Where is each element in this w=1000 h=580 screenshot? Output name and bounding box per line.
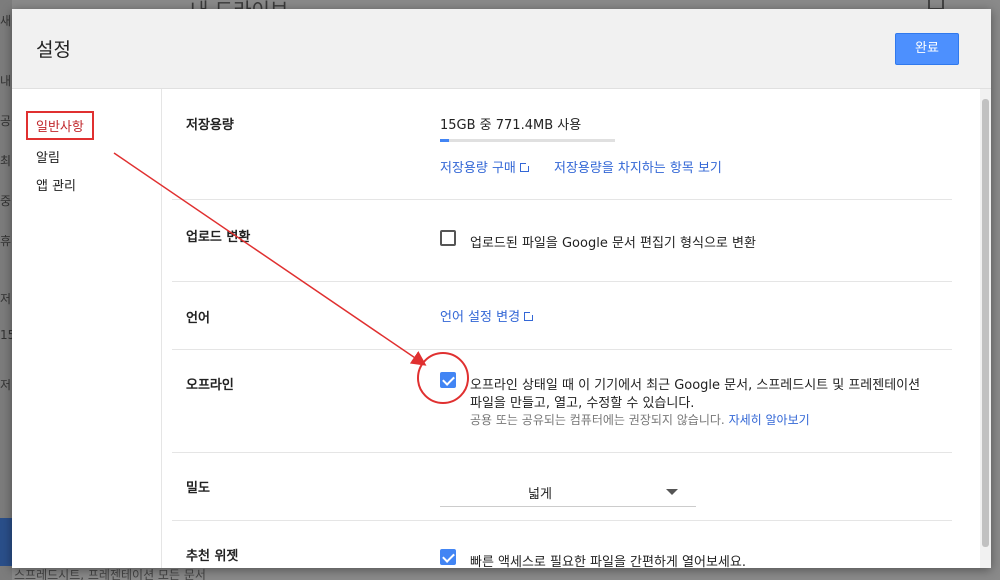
done-button[interactable]: 완료 <box>895 33 959 65</box>
divider <box>172 349 952 350</box>
scrollbar-thumb[interactable] <box>982 99 989 547</box>
bg-fragment: 최 <box>0 154 12 168</box>
offline-note-text: 공용 또는 공유되는 컴퓨터에는 권장되지 않습니다. <box>470 413 725 427</box>
sidebar-item-notifications[interactable]: 알림 <box>36 147 60 166</box>
divider <box>172 520 952 521</box>
sidebar-item-manage-apps[interactable]: 앱 관리 <box>36 175 76 194</box>
upload-convert-text: 업로드된 파일을 Google 문서 편집기 형식으로 변환 <box>470 236 756 251</box>
dropdown-arrow-icon <box>666 489 678 495</box>
offline-label: 오프라인 <box>186 378 234 393</box>
upload-convert-checkbox[interactable] <box>440 230 456 246</box>
suggestions-checkbox[interactable] <box>440 549 456 565</box>
offline-checkbox[interactable] <box>440 372 456 388</box>
suggestions-label: 추천 위젯 <box>186 549 239 564</box>
bg-fragment: 공 <box>0 114 12 128</box>
buy-storage-link-label: 저장용량 구매 <box>440 161 516 176</box>
density-label: 밀도 <box>186 481 210 496</box>
external-link-icon <box>524 310 536 321</box>
divider <box>172 281 952 282</box>
settings-content: 저장용량 15GB 중 771.4MB 사용 저장용량 구매 저장용량을 차지하… <box>162 89 980 568</box>
bg-fragment: 휴 <box>0 234 12 248</box>
bg-fragment: 중 <box>0 194 12 208</box>
storage-links: 저장용량 구매 저장용량을 차지하는 항목 보기 <box>440 157 722 176</box>
sidebar-item-general[interactable]: 일반사항 <box>26 111 94 140</box>
content-scrollbar[interactable] <box>980 89 991 568</box>
offline-text-line2: 파일을 만들고, 열고, 수정할 수 있습니다. <box>470 396 695 411</box>
offline-note: 공용 또는 공유되는 컴퓨터에는 권장되지 않습니다. 자세히 알아보기 <box>470 411 810 428</box>
upload-convert-label: 업로드 변환 <box>186 230 251 245</box>
language-settings-link-label: 언어 설정 변경 <box>440 310 521 325</box>
language-settings-link[interactable]: 언어 설정 변경 <box>440 306 536 325</box>
storage-usage-fill <box>440 139 449 142</box>
buy-storage-link[interactable]: 저장용량 구매 <box>440 161 531 176</box>
language-label: 언어 <box>186 311 210 326</box>
dialog-header: 설정 완료 <box>12 9 991 89</box>
external-link-icon <box>519 161 531 172</box>
learn-more-link[interactable]: 자세히 알아보기 <box>729 413 810 427</box>
storage-usage-bar <box>440 139 615 142</box>
background-blue-block <box>0 518 12 566</box>
settings-sidebar: 일반사항 알림 앱 관리 <box>12 89 162 568</box>
bg-fragment: 새 <box>0 14 12 28</box>
offline-text-line1: 오프라인 상태일 때 이 기기에서 최근 Google 문서, 스프레드시트 및… <box>470 378 921 393</box>
bg-fragment: 내 <box>0 74 12 88</box>
view-storage-link[interactable]: 저장용량을 차지하는 항목 보기 <box>554 161 722 176</box>
density-select[interactable]: 넓게 <box>440 477 696 507</box>
settings-dialog: 설정 완료 일반사항 알림 앱 관리 저장용량 15GB 중 771.4MB 사… <box>12 9 991 568</box>
storage-label: 저장용량 <box>186 118 234 133</box>
bg-fragment: 저 <box>0 378 12 392</box>
suggestions-text: 빠른 액세스로 필요한 파일을 간편하게 열어보세요. <box>470 555 746 568</box>
density-value: 넓게 <box>528 487 552 502</box>
bg-fragment: 저 <box>0 292 12 306</box>
storage-usage-text: 15GB 중 771.4MB 사용 <box>440 118 582 133</box>
divider <box>172 199 952 200</box>
divider <box>172 452 952 453</box>
dialog-title: 설정 <box>36 39 71 61</box>
background-bottom-text: 스프레드시트, 프레젠테이션 모든 문서 <box>14 568 206 580</box>
background-left-strip: 새 내 공 최 중 휴 저 15 저 <box>0 0 15 580</box>
